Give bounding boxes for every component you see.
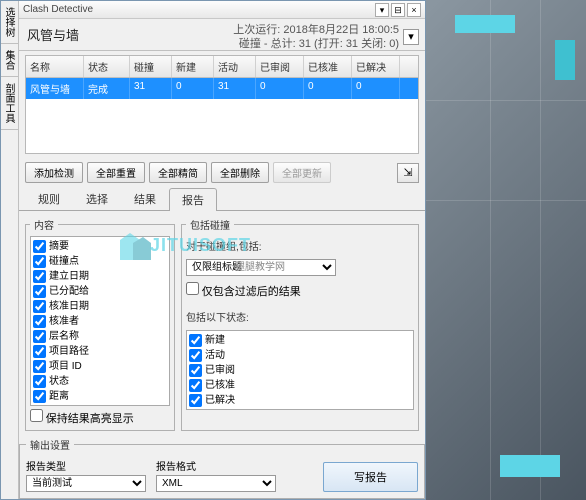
checkbox[interactable] — [33, 240, 46, 253]
test-header: 风管与墙 上次运行: 2018年8月22日 18:00:5 碰撞 - 总计: 3… — [19, 19, 425, 51]
contents-list[interactable]: 摘要碰撞点建立日期已分配给核准日期核准者层名称项目路径项目 ID状态距离说明注释… — [30, 236, 170, 406]
clash-detective-panel: 选择树 集合 剖面工具 Clash Detective ▾ ⊟ × 风管与墙 上… — [0, 0, 426, 500]
list-item[interactable]: 核准者 — [33, 314, 167, 329]
list-item[interactable]: 说明 — [33, 404, 167, 406]
clash-summary: 碰撞 - 总计: 31 (打开: 31 关闭: 0) — [233, 37, 399, 51]
list-item[interactable]: 摘要 — [33, 239, 167, 254]
list-item[interactable]: 层名称 — [33, 329, 167, 344]
col-active[interactable]: 活动 — [214, 56, 256, 77]
tab-results[interactable]: 结果 — [121, 187, 169, 210]
col-name[interactable]: 名称 — [26, 56, 84, 77]
checkbox[interactable] — [33, 405, 46, 406]
states-label: 包括以下状态: — [186, 309, 414, 324]
report-type-select[interactable]: 当前测试 — [26, 475, 146, 492]
tab-select[interactable]: 选择 — [73, 187, 121, 210]
checkbox[interactable] — [189, 379, 202, 392]
checkbox[interactable] — [33, 345, 46, 358]
panel-title: Clash Detective — [23, 4, 373, 15]
keep-highlight-option[interactable]: 保持结果高亮显示 — [30, 409, 170, 426]
checkbox[interactable] — [189, 394, 202, 407]
list-item[interactable]: 碰撞点 — [33, 254, 167, 269]
col-approved[interactable]: 已核准 — [304, 56, 352, 77]
list-item[interactable]: 新建 — [189, 333, 411, 348]
tests-toolbar: 添加检测 全部重置 全部精简 全部删除 全部更新 ⇲ — [19, 158, 425, 187]
close-icon[interactable]: × — [407, 3, 421, 17]
pin-icon[interactable]: ⊟ — [391, 3, 405, 17]
states-list[interactable]: 新建活动已审阅已核准已解决 — [186, 330, 414, 410]
grid-header: 名称 状态 碰撞 新建 活动 已审阅 已核准 已解决 — [26, 56, 418, 78]
checkbox[interactable] — [189, 349, 202, 362]
tests-grid: 名称 状态 碰撞 新建 活动 已审阅 已核准 已解决 风管与墙 完成 31 0 … — [25, 55, 419, 154]
output-legend: 输出设置 — [26, 437, 74, 452]
report-format-label: 报告格式 — [156, 458, 276, 473]
contents-fieldset: 内容 摘要碰撞点建立日期已分配给核准日期核准者层名称项目路径项目 ID状态距离说… — [25, 217, 175, 431]
add-test-button[interactable]: 添加检测 — [25, 162, 83, 183]
list-item[interactable]: 距离 — [33, 389, 167, 404]
test-row[interactable]: 风管与墙 完成 31 0 31 0 0 0 — [26, 78, 418, 99]
checkbox[interactable] — [33, 315, 46, 328]
import-export-button[interactable]: ⇲ — [397, 163, 419, 183]
checkbox[interactable] — [33, 375, 46, 388]
expand-button[interactable]: ▾ — [403, 29, 419, 45]
include-fieldset: 包括碰撞 对于碰撞组,包括: 仅限组标题 仅包含过滤后的结果 包括以下状态: 新… — [181, 217, 419, 431]
checkbox[interactable] — [33, 390, 46, 403]
reset-all-button[interactable]: 全部重置 — [87, 162, 145, 183]
tab-rules[interactable]: 规则 — [25, 187, 73, 210]
dropdown-icon[interactable]: ▾ — [375, 3, 389, 17]
list-item[interactable]: 项目路径 — [33, 344, 167, 359]
sidetab-selection-tree[interactable]: 选择树 — [1, 1, 18, 44]
checkbox[interactable] — [33, 300, 46, 313]
list-item[interactable]: 已审阅 — [189, 363, 411, 378]
list-item[interactable]: 建立日期 — [33, 269, 167, 284]
keep-highlight-checkbox[interactable] — [30, 409, 43, 422]
list-item[interactable]: 项目 ID — [33, 359, 167, 374]
report-type-label: 报告类型 — [26, 458, 146, 473]
list-item[interactable]: 已核准 — [189, 378, 411, 393]
list-item[interactable]: 已解决 — [189, 393, 411, 408]
checkbox[interactable] — [33, 255, 46, 268]
filtered-checkbox[interactable] — [186, 282, 199, 295]
delete-all-button[interactable]: 全部删除 — [211, 162, 269, 183]
detail-tabs: 规则 选择 结果 报告 — [19, 187, 425, 211]
update-all-button[interactable]: 全部更新 — [273, 162, 331, 183]
checkbox[interactable] — [33, 270, 46, 283]
list-item[interactable]: 活动 — [189, 348, 411, 363]
col-new[interactable]: 新建 — [172, 56, 214, 77]
checkbox[interactable] — [33, 285, 46, 298]
col-status[interactable]: 状态 — [84, 56, 130, 77]
list-item[interactable]: 核准日期 — [33, 299, 167, 314]
last-run-label: 上次运行: 2018年8月22日 18:00:5 — [233, 23, 399, 37]
include-legend: 包括碰撞 — [186, 217, 234, 232]
col-reviewed[interactable]: 已审阅 — [256, 56, 304, 77]
col-clashes[interactable]: 碰撞 — [130, 56, 172, 77]
panel-titlebar: Clash Detective ▾ ⊟ × — [19, 1, 425, 19]
group-select[interactable]: 仅限组标题 — [186, 259, 336, 276]
checkbox[interactable] — [189, 364, 202, 377]
output-fieldset: 输出设置 报告类型 当前测试 报告格式 XML 写报告 — [19, 437, 425, 499]
grid-blank — [26, 99, 418, 153]
list-item[interactable]: 状态 — [33, 374, 167, 389]
tab-report[interactable]: 报告 — [169, 188, 217, 211]
col-resolved[interactable]: 已解决 — [352, 56, 400, 77]
contents-legend: 内容 — [30, 217, 58, 232]
write-report-button[interactable]: 写报告 — [323, 462, 418, 492]
sidetab-section[interactable]: 剖面工具 — [1, 77, 18, 130]
list-item[interactable]: 已分配给 — [33, 284, 167, 299]
sidetab-sets[interactable]: 集合 — [1, 44, 18, 77]
side-tab-strip: 选择树 集合 剖面工具 — [1, 1, 19, 499]
checkbox[interactable] — [33, 330, 46, 343]
report-format-select[interactable]: XML — [156, 475, 276, 492]
checkbox[interactable] — [189, 334, 202, 347]
compact-all-button[interactable]: 全部精简 — [149, 162, 207, 183]
filtered-option[interactable]: 仅包含过滤后的结果 — [186, 282, 414, 299]
group-label: 对于碰撞组,包括: — [186, 238, 414, 253]
checkbox[interactable] — [33, 360, 46, 373]
